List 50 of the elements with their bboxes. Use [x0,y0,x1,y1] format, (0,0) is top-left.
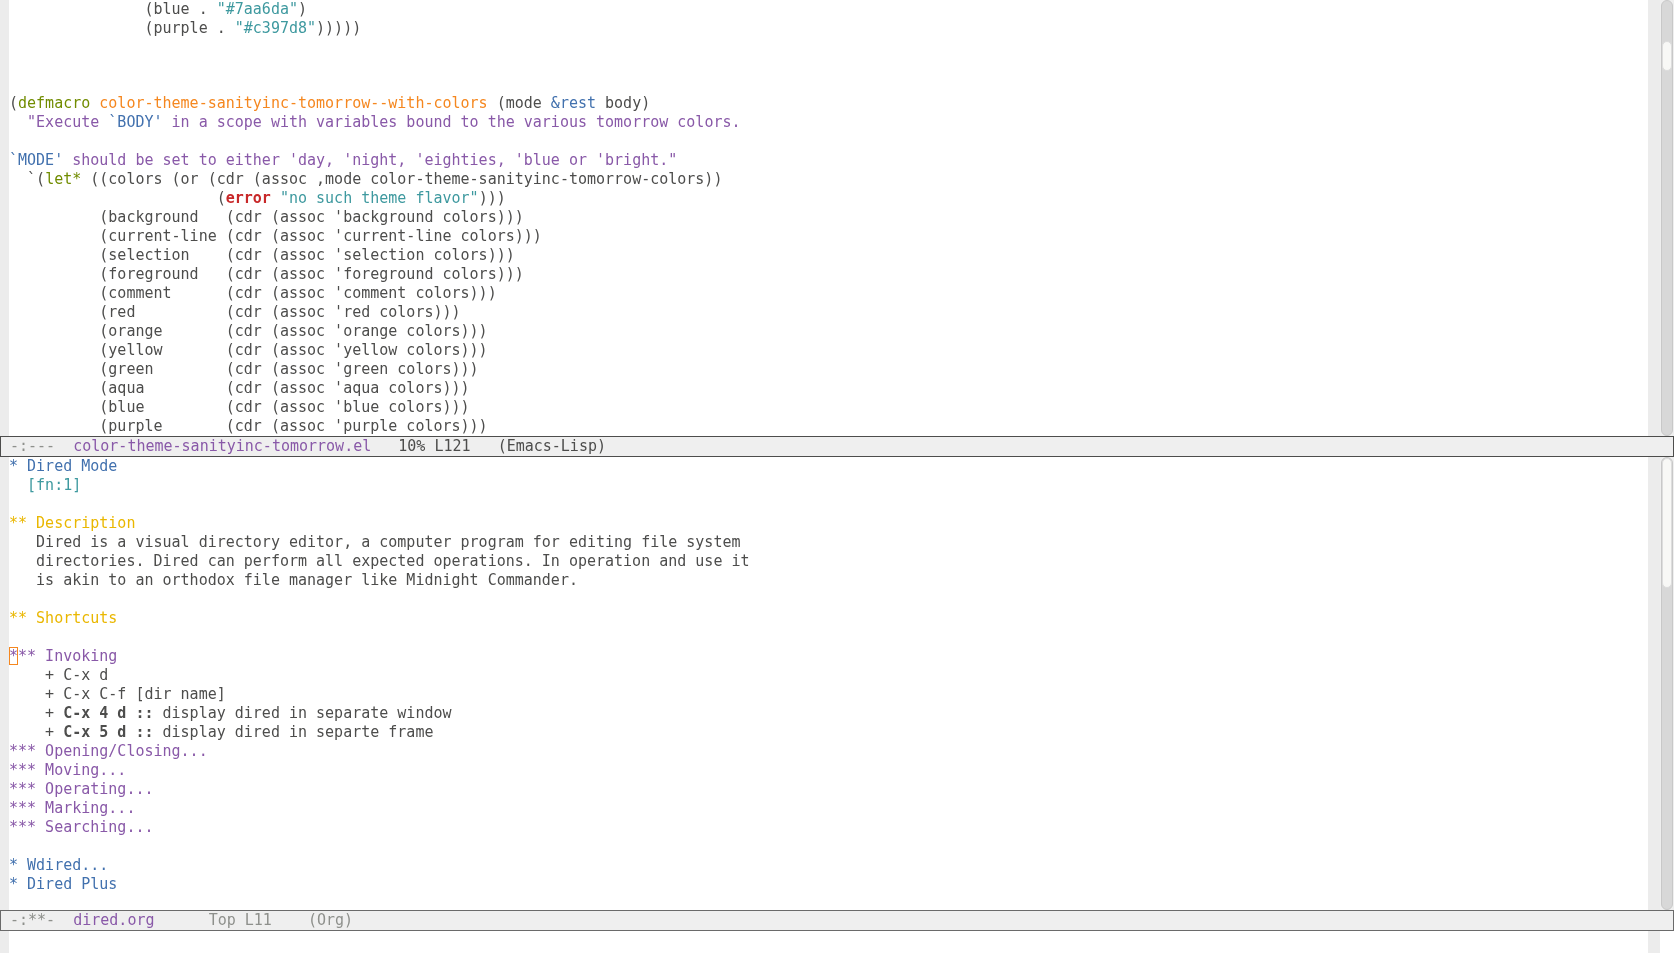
code-line: (orange (cdr (assoc 'orange colors))) [98,322,488,341]
code-line: * Dired Plus [9,875,118,894]
code-line: (blue . "#7aa6da") [143,0,308,19]
code-line: (comment (cdr (assoc 'comment colors))) [98,284,497,303]
buffer-name: dired.org [73,911,155,930]
code-line: (current-line (cdr (assoc 'current-line colors))) [98,227,542,246]
code-line: *** Searching... [9,818,154,837]
code-line: `MODE' should be set to either 'day, 'night, 'eighties, 'blue or 'bright." [9,151,678,170]
code-line: *** Marking... [9,799,136,818]
code-line: *** Opening/Closing... [9,742,208,761]
code-line: Dired is a visual directory editor, a computer program for editing file system [35,533,741,552]
code-line: (foreground (cdr (assoc 'foreground colors))) [98,265,524,284]
code-line: (red (cdr (assoc 'red colors))) [98,303,461,322]
code-line: (purple . "#c397d8"))))) [143,19,362,38]
scrollbar-thumb[interactable] [1662,458,1672,588]
scrollbar-thumb[interactable] [1662,41,1672,71]
code-line: ** Description [9,514,136,533]
code-line: *** Invoking [9,647,118,666]
code-line: "Execute `BODY' in a scope with variables bound to the various tomorrow colors. [26,113,741,133]
code-line: (selection (cdr (assoc 'selection colors))) [98,246,515,265]
code-line: [fn:1] [26,476,82,495]
code-line: ** Shortcuts [9,609,118,628]
code-line: (defmacro color-theme-sanityinc-tomorrow--with-colors (mode &rest body) [9,94,651,114]
code-line: (aqua (cdr (assoc 'aqua colors))) [98,379,470,398]
code-line: * Dired Mode [9,457,118,476]
buffer-position: 10% L121 [398,437,471,456]
scrollbar[interactable] [1660,457,1674,910]
code-line: *** Moving... [9,761,127,780]
code-line: directories. Dired can perform all expected operations. In operation and use it [35,552,750,571]
code-line: `(let* ((colors (or (cdr (assoc ,mode color-theme-sanityinc-tomorrow-colors)) [26,170,723,189]
code-line: + C-x C-f [dir name] [44,685,226,704]
scrollbar[interactable] [1660,0,1674,436]
code-line: is akin to an orthodox file manager like Midnight Commander. [35,571,578,590]
code-line: (blue (cdr (assoc 'blue colors))) [98,398,470,417]
code-line: + C-x 5 d :: display dired in separte frame [44,723,434,742]
code-line: (purple (cdr (assoc 'purple colors))) [98,417,488,436]
code-line: (error "no such theme flavor"))) [215,189,506,208]
code-line: (green (cdr (assoc 'green colors))) [98,360,479,379]
code-line: (background (cdr (assoc 'background colors))) [98,208,524,227]
buffer-status: -:--- [10,437,56,456]
code-line: (yellow (cdr (assoc 'yellow colors))) [98,341,488,360]
code-line: *** Operating... [9,780,154,799]
buffer-status: -:**- [10,911,56,930]
buffer-name: color-theme-sanityinc-tomorrow.el [73,437,372,456]
code-line: + C-x d [44,666,109,685]
code-line: * Wdired... [9,856,109,875]
buffer-position: Top L11 [208,911,272,930]
major-mode: (Org) [307,911,354,930]
major-mode: (Emacs-Lisp) [497,437,606,456]
code-line: + C-x 4 d :: display dired in separate window [44,704,452,723]
